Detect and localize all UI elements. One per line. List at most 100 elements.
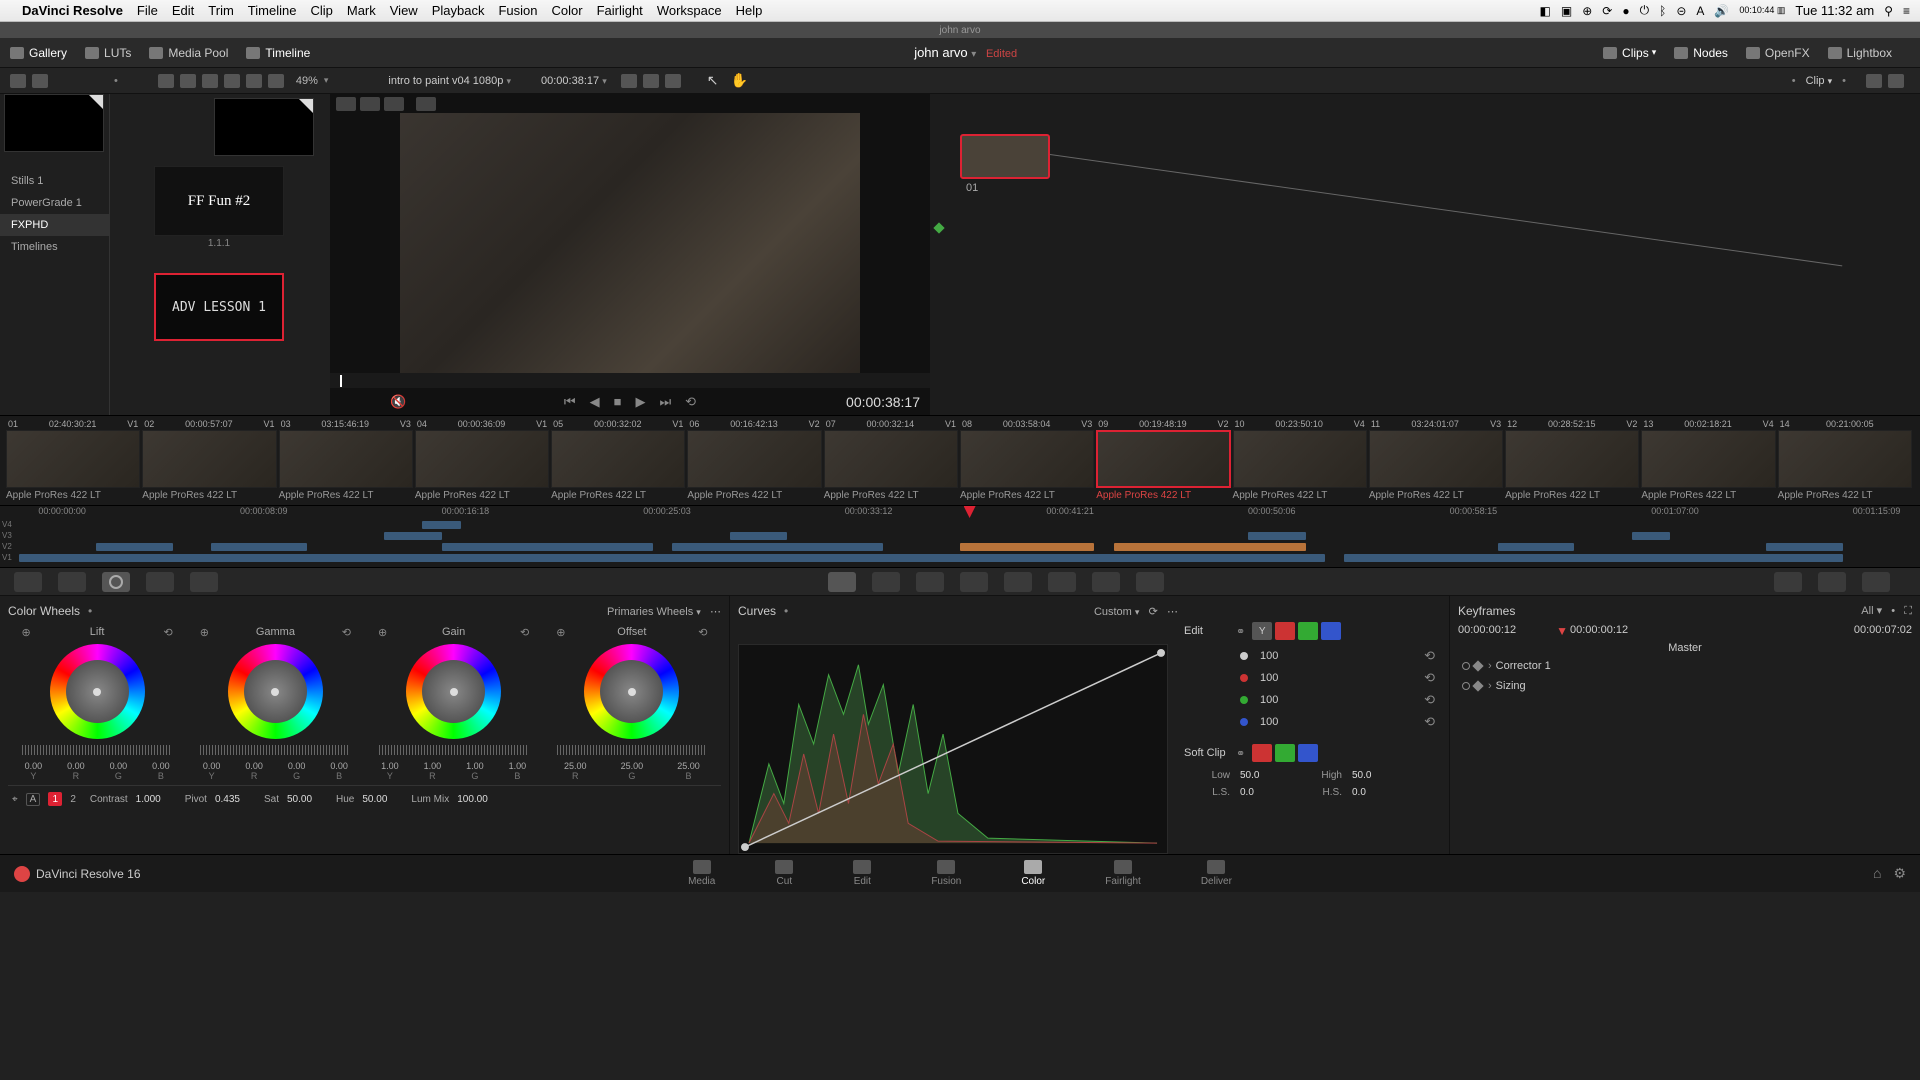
- channel-dot-icon[interactable]: [1240, 718, 1248, 726]
- reset-icon[interactable]: ⟲: [1424, 714, 1435, 730]
- openfx-button[interactable]: OpenFX: [1746, 46, 1810, 60]
- menu-playback[interactable]: Playback: [432, 3, 485, 18]
- color-wheel[interactable]: [406, 644, 501, 739]
- sidebar-toggle-icon[interactable]: [10, 74, 26, 88]
- kf-track-corrector[interactable]: › Corrector 1: [1458, 656, 1912, 676]
- lummix-value[interactable]: 100.00: [457, 794, 488, 805]
- channel-value[interactable]: 100: [1260, 716, 1300, 728]
- channel-value[interactable]: 100: [1260, 672, 1300, 684]
- sc-low[interactable]: 50.0: [1240, 770, 1290, 781]
- channel-y-button[interactable]: Y: [1252, 622, 1272, 640]
- timeline-button[interactable]: Timeline: [246, 46, 310, 60]
- timeline-clip[interactable]: [442, 543, 653, 551]
- status-icon[interactable]: ◧: [1540, 4, 1551, 18]
- wipe-icon[interactable]: [621, 74, 637, 88]
- play-reverse-icon[interactable]: ◀: [590, 394, 600, 410]
- picker-icon[interactable]: ⌖: [12, 794, 18, 805]
- clip-thumbnail[interactable]: 0900:19:48:19V2 Apple ProRes 422 LT: [1096, 418, 1230, 501]
- page-media[interactable]: Media: [688, 860, 715, 887]
- timeline-clip[interactable]: [19, 554, 1325, 562]
- settings-icon[interactable]: ⚙: [1893, 865, 1906, 882]
- page-2[interactable]: 2: [70, 794, 76, 805]
- picker-icon[interactable]: ⊕: [198, 626, 210, 638]
- curves-icon[interactable]: [828, 572, 856, 592]
- timeline-clip[interactable]: [1248, 532, 1306, 540]
- app-name[interactable]: DaVinci Resolve: [22, 3, 123, 18]
- reset-icon[interactable]: ⟲: [1424, 692, 1435, 708]
- clip-thumbnail[interactable]: 1200:28:52:15V2 Apple ProRes 422 LT: [1505, 418, 1639, 501]
- wheel-slider[interactable]: [557, 745, 707, 755]
- timeline-clip[interactable]: [422, 521, 460, 529]
- sc-ls[interactable]: 0.0: [1240, 787, 1290, 798]
- sort-icon[interactable]: [158, 74, 174, 88]
- loop-icon[interactable]: ⟲: [685, 394, 696, 410]
- wheel-slider[interactable]: [379, 745, 529, 755]
- lightbox-button[interactable]: Lightbox: [1828, 46, 1892, 60]
- rgb-mixer-icon[interactable]: [146, 572, 174, 592]
- menu-timeline[interactable]: Timeline: [248, 3, 297, 18]
- clip-thumbnail[interactable]: 1103:24:01:07V3 Apple ProRes 422 LT: [1369, 418, 1503, 501]
- list-icon[interactable]: [202, 74, 218, 88]
- menu-workspace[interactable]: Workspace: [657, 3, 722, 18]
- wifi-icon[interactable]: ⊝: [1676, 4, 1686, 18]
- sc-b-button[interactable]: [1298, 744, 1318, 762]
- page-edit[interactable]: Edit: [853, 860, 871, 887]
- battery-status[interactable]: 00:10:44 ▥: [1739, 5, 1785, 16]
- timeline-clip[interactable]: [96, 543, 173, 551]
- nodes-button[interactable]: Nodes: [1674, 46, 1728, 60]
- keyboard-icon[interactable]: A: [1696, 4, 1704, 18]
- link-icon[interactable]: ⚭: [1236, 625, 1245, 638]
- timeline-clip[interactable]: [1344, 554, 1843, 562]
- zoom-value[interactable]: 49%: [296, 75, 318, 87]
- hand-tool-icon[interactable]: ✋: [730, 72, 747, 89]
- sizing-icon[interactable]: [1092, 572, 1120, 592]
- clip-selector[interactable]: Clip ▾: [1806, 75, 1833, 87]
- clip-thumbnail[interactable]: 0200:00:57:07V1 Apple ProRes 422 LT: [142, 418, 276, 501]
- home-icon[interactable]: ⌂: [1873, 865, 1881, 882]
- viewer-split-icon[interactable]: [360, 97, 380, 111]
- clip-thumbnail[interactable]: 1000:23:50:10V4 Apple ProRes 422 LT: [1233, 418, 1367, 501]
- timeline-clip[interactable]: [1498, 543, 1575, 551]
- clip-thumbnail[interactable]: 0700:00:32:14V1 Apple ProRes 422 LT: [824, 418, 958, 501]
- link-icon[interactable]: ⚭: [1236, 747, 1245, 760]
- timeline-clip[interactable]: [211, 543, 307, 551]
- luts-button[interactable]: LUTs: [85, 46, 131, 60]
- page-deliver[interactable]: Deliver: [1201, 860, 1232, 887]
- node-01[interactable]: [960, 134, 1050, 179]
- clips-thumbnails[interactable]: 0102:40:30:21V1 Apple ProRes 422 LT0200:…: [0, 416, 1920, 506]
- channel-dot-icon[interactable]: [1240, 674, 1248, 682]
- hue-value[interactable]: 50.00: [362, 794, 387, 805]
- channel-dot-icon[interactable]: [1240, 696, 1248, 704]
- more-icon[interactable]: [665, 74, 681, 88]
- timeline-clip[interactable]: [1632, 532, 1670, 540]
- page-cut[interactable]: Cut: [775, 860, 793, 887]
- page-color[interactable]: Color: [1021, 860, 1045, 887]
- contrast-value[interactable]: 1.000: [136, 794, 161, 805]
- more-icon[interactable]: [268, 74, 284, 88]
- color-wheel[interactable]: [50, 644, 145, 739]
- reset-icon[interactable]: ⟲: [340, 626, 352, 638]
- volume-icon[interactable]: 🔊: [1714, 4, 1729, 18]
- keyframe-icon[interactable]: [1774, 572, 1802, 592]
- sc-high[interactable]: 50.0: [1352, 770, 1402, 781]
- pivot-value[interactable]: 0.435: [215, 794, 240, 805]
- timeline-clip[interactable]: [730, 532, 788, 540]
- timeline-name[interactable]: intro to paint v04 1080p ▾: [388, 75, 511, 87]
- page-1-badge[interactable]: 1: [48, 792, 62, 806]
- picker-icon[interactable]: ⊕: [555, 626, 567, 638]
- reset-icon[interactable]: ⟲: [1424, 670, 1435, 686]
- clip-thumbnail[interactable]: 0400:00:36:09V1 Apple ProRes 422 LT: [415, 418, 549, 501]
- timeline-clip[interactable]: [672, 543, 883, 551]
- curves-graph[interactable]: [738, 644, 1168, 854]
- wheel-slider[interactable]: [200, 745, 350, 755]
- menu-trim[interactable]: Trim: [208, 3, 234, 18]
- auto-icon[interactable]: A: [26, 793, 41, 806]
- expand-icon[interactable]: [1866, 74, 1882, 88]
- sat-value[interactable]: 50.00: [287, 794, 312, 805]
- mediapool-button[interactable]: Media Pool: [149, 46, 228, 60]
- reset-icon[interactable]: ⟲: [519, 626, 531, 638]
- 3d-icon[interactable]: [1136, 572, 1164, 592]
- qualifier-icon[interactable]: [872, 572, 900, 592]
- camera-raw-icon[interactable]: [14, 572, 42, 592]
- mini-timeline[interactable]: 00:00:00:0000:00:08:0900:00:16:1800:00:2…: [0, 506, 1920, 568]
